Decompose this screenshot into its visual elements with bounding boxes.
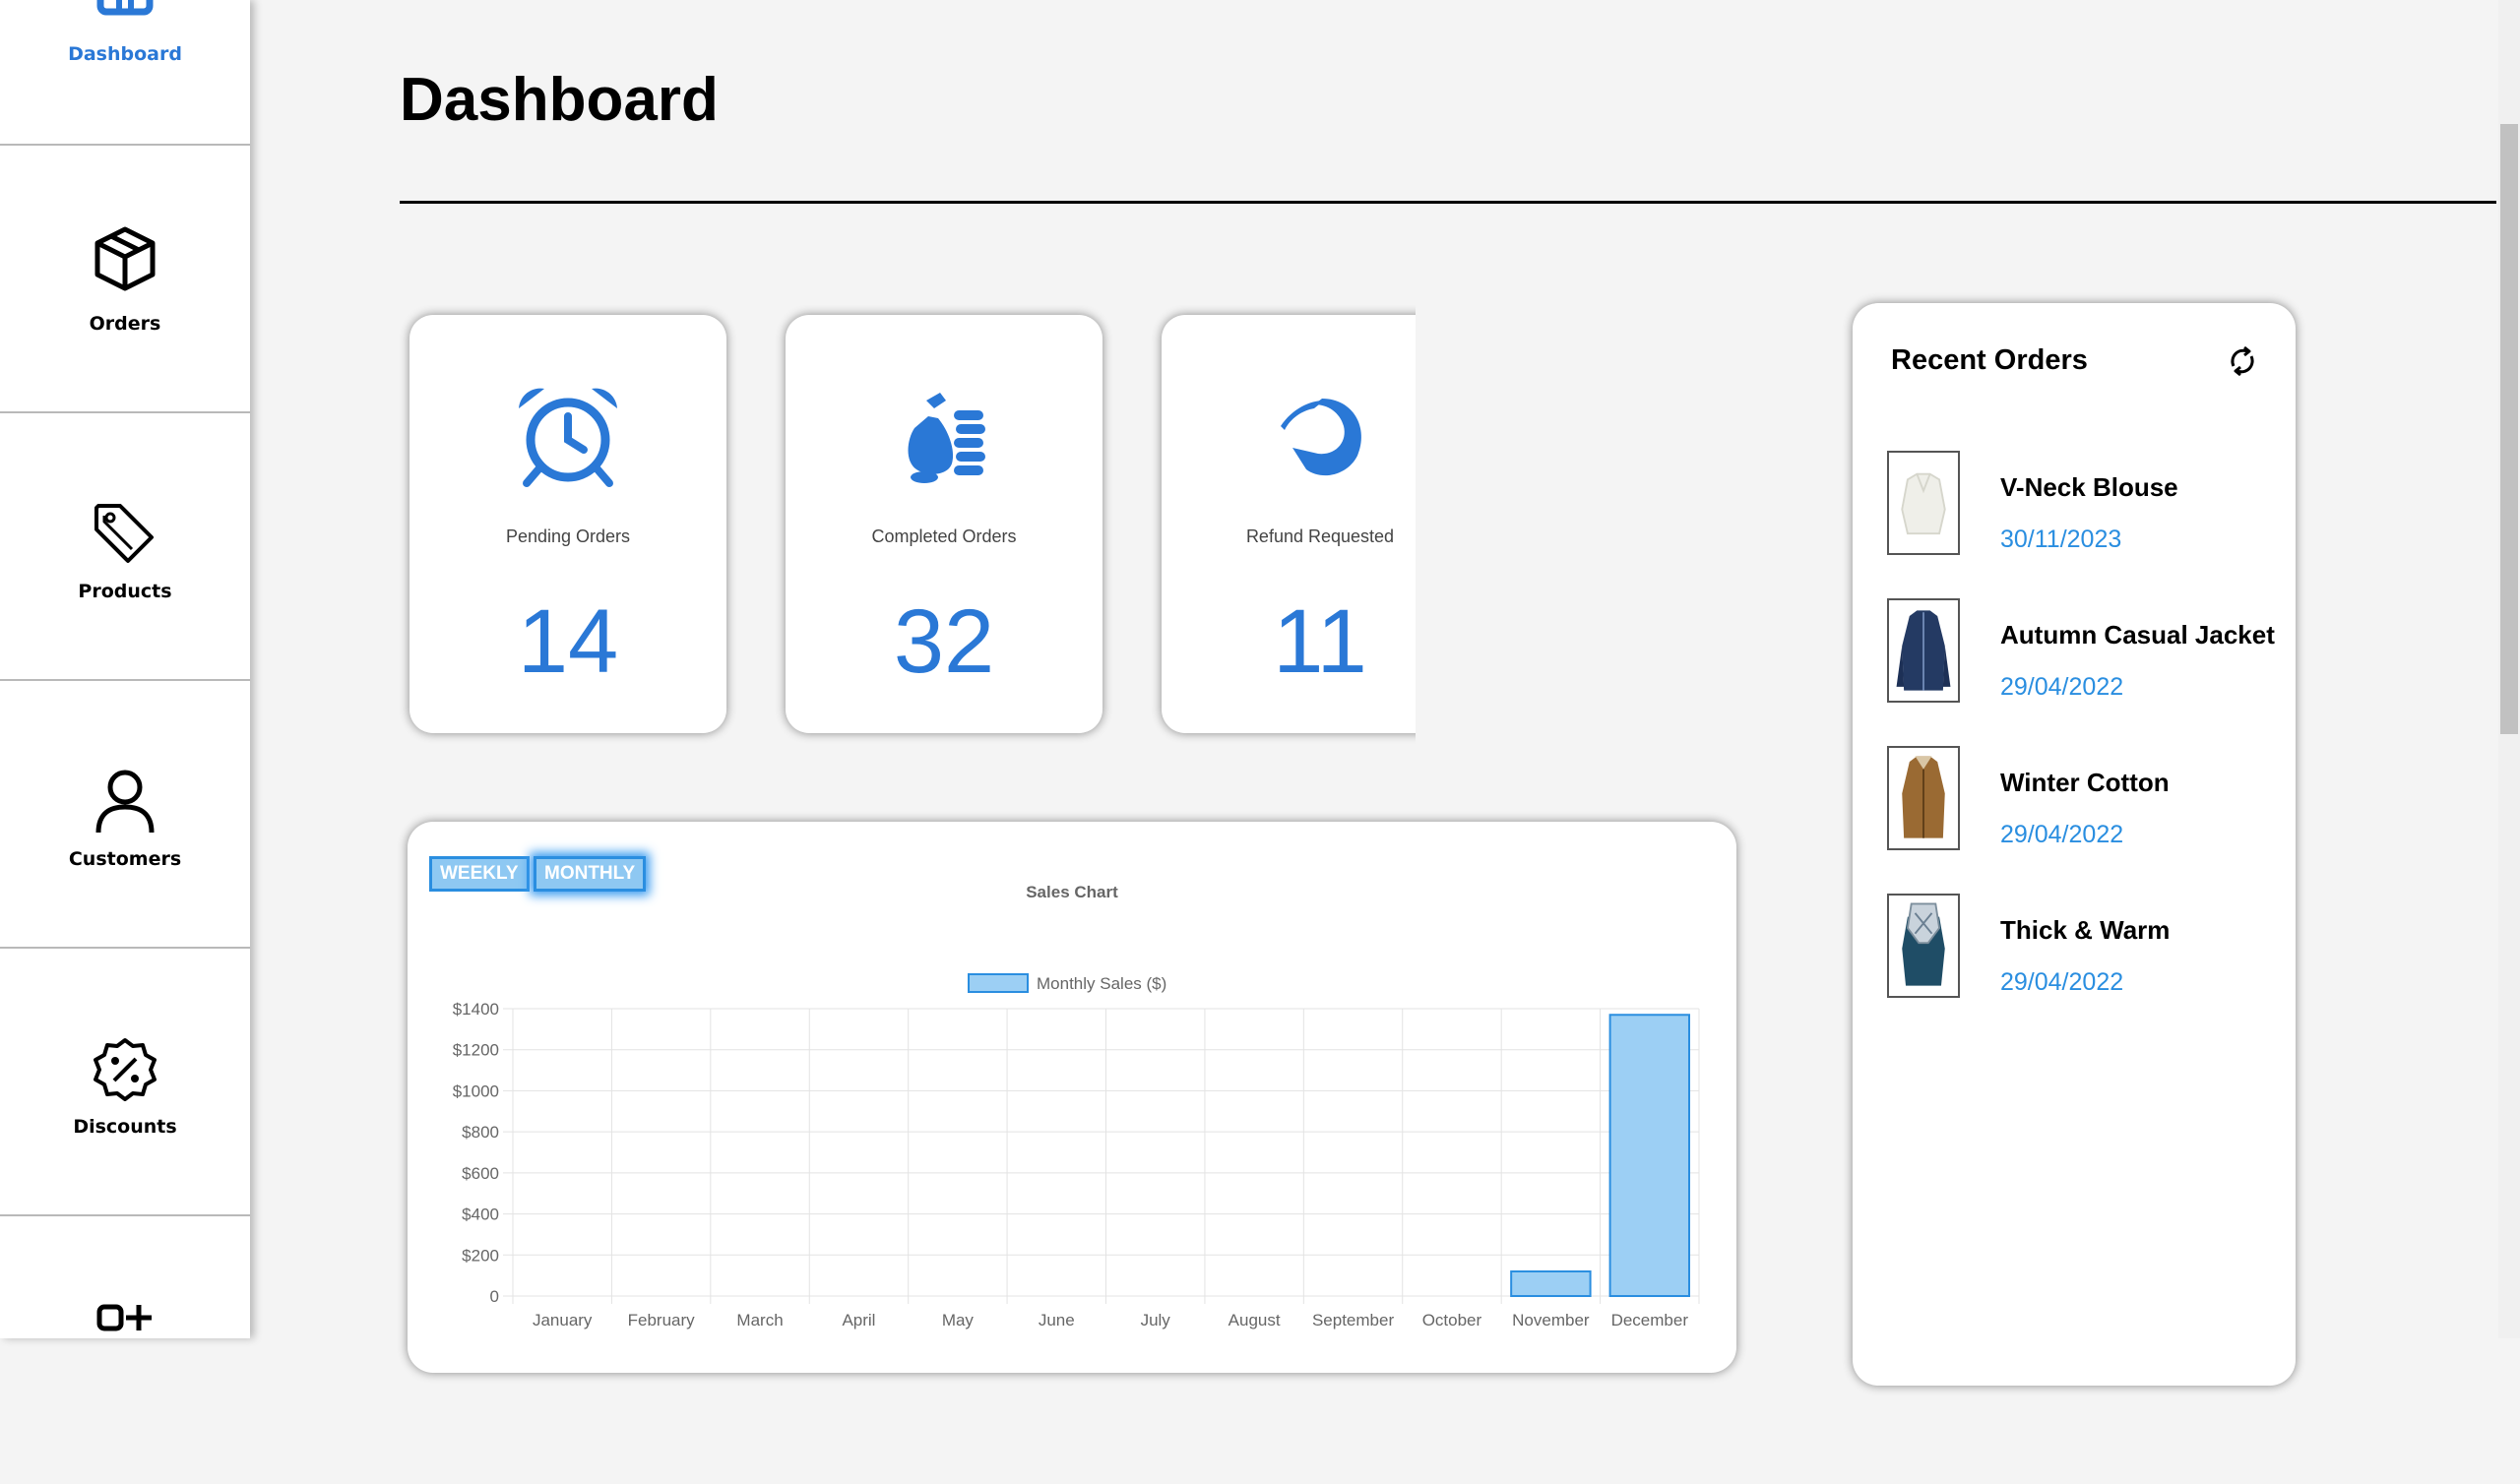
money-bag-coins-icon (908, 393, 985, 483)
y-tick-label: $1000 (453, 1082, 499, 1100)
order-product-name: Thick & Warm (2000, 915, 2171, 945)
bar-december (1608, 1014, 1691, 1297)
x-tick-label: November (1512, 1311, 1590, 1329)
title-divider (400, 201, 2496, 204)
order-date: 29/04/2022 (2000, 673, 2124, 701)
x-tick-label: January (533, 1311, 593, 1329)
sales-chart-card: WEEKLY MONTHLY Sales Chart Monthly Sales … (408, 822, 1736, 1373)
y-tick-label: $600 (462, 1164, 499, 1183)
stat-card-completed[interactable]: Completed Orders 32 (786, 315, 1102, 733)
product-thumbnail (1887, 598, 1960, 703)
order-product-name: Autumn Casual Jacket (2000, 620, 2275, 649)
nav-more[interactable] (0, 1216, 250, 1484)
recent-orders-panel: Recent Orders V-Neck Blouse 30/11/2023 A… (1853, 303, 2296, 1386)
nav-products[interactable]: Products (0, 413, 250, 681)
nav-orders[interactable]: Orders (0, 146, 250, 413)
nav-dashboard[interactable]: Dashboard (0, 0, 250, 146)
stat-card-pending[interactable]: Pending Orders 14 (410, 315, 726, 733)
nav-label: Products (78, 581, 172, 602)
stat-label: Pending Orders (505, 526, 631, 546)
order-date: 29/04/2022 (2000, 968, 2124, 996)
order-product-name: Winter Cotton (2000, 768, 2170, 797)
stat-card-refund[interactable]: Refund Requested 11 (1162, 315, 1416, 733)
product-thumbnail (1887, 451, 1960, 555)
x-tick-label: May (942, 1311, 975, 1329)
product-thumbnail (1887, 894, 1960, 998)
page-title: Dashboard (400, 66, 719, 134)
legend-swatch (968, 973, 1029, 993)
x-tick-label: September (1312, 1311, 1394, 1329)
sales-chart: Sales Chart Monthly Sales ($) 0 $200 $400 $60… (453, 883, 1700, 1329)
y-tick-label: $400 (462, 1206, 499, 1224)
stat-value: 32 (893, 591, 995, 692)
recent-order-item[interactable]: Winter Cotton 29/04/2022 (1887, 746, 2281, 854)
x-tick-label: April (842, 1311, 875, 1329)
x-tick-label: March (736, 1311, 783, 1329)
product-thumbnail (1887, 746, 1960, 850)
user-icon (95, 770, 155, 834)
chart-title: Sales Chart (1026, 883, 1118, 901)
order-date: 30/11/2023 (2000, 526, 2122, 553)
y-tick-label: $1400 (453, 1000, 499, 1019)
order-product-name: V-Neck Blouse (2000, 472, 2178, 502)
y-tick-label: 0 (490, 1287, 499, 1306)
stat-value: 14 (517, 591, 619, 692)
nav-label: Customers (68, 848, 182, 870)
recent-order-item[interactable]: V-Neck Blouse 30/11/2023 (1887, 451, 2281, 559)
nav-label: Discounts (73, 1116, 177, 1138)
nav-label: Orders (89, 313, 161, 335)
recent-orders-title: Recent Orders (1891, 344, 2088, 376)
order-date: 29/04/2022 (2000, 821, 2124, 848)
refresh-icon[interactable] (2226, 344, 2259, 378)
alarm-clock-icon (519, 388, 617, 487)
refund-arrow-icon (1281, 399, 1361, 476)
x-tick-label: August (1228, 1311, 1281, 1329)
x-tick-label: July (1141, 1311, 1171, 1329)
recent-order-item[interactable]: Autumn Casual Jacket 29/04/2022 (1887, 598, 2281, 707)
package-icon (94, 226, 156, 291)
page-scrollbar[interactable] (2498, 0, 2520, 1338)
tag-icon (94, 504, 154, 563)
recent-order-item[interactable]: Thick & Warm 29/04/2022 (1887, 894, 2281, 1002)
stats-row: Pending Orders 14 Completed Orders 32 Re… (400, 305, 1416, 748)
x-tick-label: February (628, 1311, 696, 1329)
y-tick-label: $200 (462, 1246, 499, 1265)
legend-label: Monthly Sales ($) (1037, 974, 1166, 993)
nav-customers[interactable]: Customers (0, 681, 250, 949)
bar-november (1510, 1269, 1592, 1298)
x-tick-label: October (1422, 1311, 1482, 1329)
nav-label: Dashboard (68, 43, 182, 65)
discount-badge-icon (94, 1038, 157, 1101)
add-shapes-icon (96, 1304, 152, 1331)
stat-value: 11 (1273, 591, 1367, 692)
y-tick-label: $1200 (453, 1041, 499, 1060)
stat-label: Completed Orders (871, 526, 1017, 546)
x-tick-label: December (1611, 1311, 1689, 1329)
x-tick-label: June (1039, 1311, 1075, 1329)
scrollbar-thumb[interactable] (2500, 124, 2518, 734)
y-tick-label: $800 (462, 1123, 499, 1142)
stat-label: Refund Requested (1245, 526, 1395, 546)
sidebar: Dashboard Orders Products Customers Disc… (0, 0, 250, 1338)
nav-discounts[interactable]: Discounts (0, 949, 250, 1216)
